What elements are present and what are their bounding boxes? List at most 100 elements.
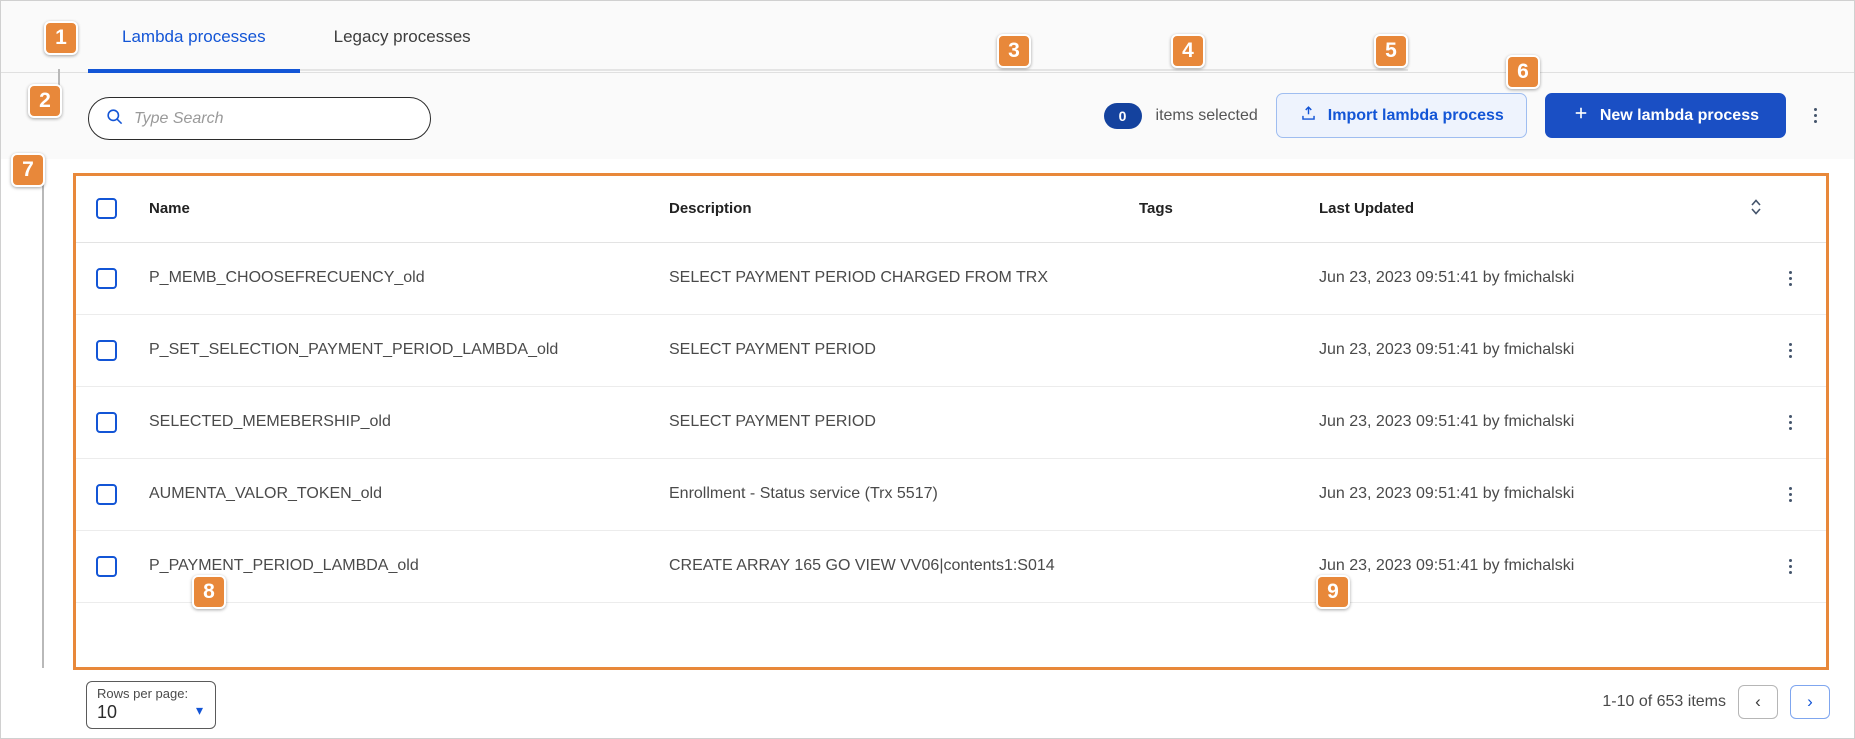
- pagination-info: 1-10 of 653 items: [1602, 693, 1726, 710]
- row-overflow-menu-icon[interactable]: [1749, 411, 1826, 433]
- search-icon: [105, 107, 124, 131]
- select-all-header: [76, 176, 148, 243]
- row-name: AUMENTA_VALOR_TOKEN_old: [148, 458, 668, 531]
- row-checkbox[interactable]: [96, 483, 117, 505]
- search-input[interactable]: Type Search: [88, 97, 431, 140]
- row-tags: [1138, 242, 1318, 315]
- row-tags: [1138, 530, 1318, 603]
- column-header-sort: [1748, 176, 1826, 243]
- row-select-cell: [76, 386, 148, 459]
- rows-per-page-value: 10: [97, 702, 118, 722]
- row-name: P_MEMB_CHOOSEFRECUENCY_old: [148, 242, 668, 315]
- row-overflow-menu-icon[interactable]: [1749, 483, 1826, 505]
- selected-count-badge: 0: [1103, 102, 1142, 129]
- plus-icon: [1572, 104, 1590, 127]
- tab-legacy-processes[interactable]: Legacy processes: [300, 1, 505, 73]
- annotation-badge-8: 8: [192, 575, 226, 609]
- row-last-updated: Jun 23, 2023 09:51:41 by fmichalski: [1318, 386, 1748, 459]
- row-last-updated: Jun 23, 2023 09:51:41 by fmichalski: [1318, 314, 1748, 387]
- row-overflow-menu-icon[interactable]: [1749, 555, 1826, 577]
- row-checkbox[interactable]: [96, 267, 117, 289]
- row-checkbox[interactable]: [96, 339, 117, 361]
- row-description: Enrollment - Status service (Trx 5517): [668, 458, 1138, 531]
- sort-updown-icon[interactable]: [1749, 197, 1763, 217]
- rows-per-page-label: Rows per page:: [97, 686, 189, 701]
- table-row[interactable]: P_MEMB_CHOOSEFRECUENCY_old SELECT PAYMEN…: [76, 242, 1826, 315]
- column-header-description[interactable]: Description: [668, 176, 1138, 243]
- row-tags: [1138, 386, 1318, 459]
- row-checkbox[interactable]: [96, 555, 117, 577]
- pagination: 1-10 of 653 items ‹ ›: [1602, 685, 1830, 719]
- tab-lambda-processes[interactable]: Lambda processes: [88, 1, 300, 73]
- row-actions-cell: [1748, 458, 1826, 531]
- table-header-row: Name Description Tags Last Updated: [76, 176, 1826, 243]
- row-actions-cell: [1748, 242, 1826, 315]
- column-header-name[interactable]: Name: [148, 176, 668, 243]
- row-actions-cell: [1748, 314, 1826, 387]
- toolbar: Type Search 0 items selected Import lamb…: [1, 73, 1854, 159]
- row-last-updated: Jun 23, 2023 09:51:41 by fmichalski: [1318, 530, 1748, 603]
- table-row[interactable]: AUMENTA_VALOR_TOKEN_old Enrollment - Sta…: [76, 458, 1826, 531]
- row-description: CREATE ARRAY 165 GO VIEW VV06|contents1:…: [668, 530, 1138, 603]
- processes-table-element: Name Description Tags Last Updated P_MEM…: [76, 176, 1826, 667]
- row-tags: [1138, 458, 1318, 531]
- row-description: SELECT PAYMENT PERIOD CHARGED FROM TRX: [668, 242, 1138, 315]
- row-overflow-menu-icon[interactable]: [1749, 339, 1826, 361]
- table-row[interactable]: P_PAYMENT_PERIOD_LAMBDA_old CREATE ARRAY…: [76, 530, 1826, 603]
- row-description: SELECT PAYMENT PERIOD: [668, 386, 1138, 459]
- row-last-updated: Jun 23, 2023 09:51:41 by fmichalski: [1318, 458, 1748, 531]
- row-select-cell: [76, 242, 148, 315]
- next-page-button[interactable]: ›: [1790, 685, 1830, 719]
- row-actions-cell: [1748, 386, 1826, 459]
- items-selected-label: items selected: [1155, 106, 1258, 124]
- previous-page-button[interactable]: ‹: [1738, 685, 1778, 719]
- table-row[interactable]: P_SET_SELECTION_PAYMENT_PERIOD_LAMBDA_ol…: [76, 314, 1826, 387]
- import-lambda-process-button[interactable]: Import lambda process: [1275, 93, 1527, 138]
- row-checkbox[interactable]: [96, 411, 117, 433]
- row-name: P_SET_SELECTION_PAYMENT_PERIOD_LAMBDA_ol…: [148, 314, 668, 387]
- chevron-down-icon: ▾: [195, 702, 203, 718]
- annotation-badge-3: 3: [997, 34, 1031, 68]
- annotation-badge-2: 2: [28, 84, 62, 118]
- upload-icon: [1299, 104, 1318, 128]
- row-last-updated: Jun 23, 2023 09:51:41 by fmichalski: [1318, 242, 1748, 315]
- annotation-badge-1: 1: [44, 21, 78, 55]
- toolbar-actions: 0 items selected Import lambda process N…: [1103, 93, 1828, 138]
- rows-per-page-select[interactable]: Rows per page: 10 ▾: [86, 681, 216, 729]
- select-all-checkbox[interactable]: [96, 198, 117, 220]
- new-lambda-process-button[interactable]: New lambda process: [1544, 93, 1786, 138]
- annotation-badge-5: 5: [1374, 34, 1408, 68]
- processes-table: Name Description Tags Last Updated P_MEM…: [73, 173, 1829, 670]
- annotation-badge-7: 7: [11, 153, 45, 187]
- search-placeholder: Type Search: [134, 109, 224, 127]
- row-name: SELECTED_MEMEBERSHIP_old: [148, 386, 668, 459]
- tab-lambda-processes-label: Lambda processes: [122, 27, 266, 46]
- toolbar-overflow-menu-icon[interactable]: [1802, 93, 1828, 138]
- lambda-processes-page: Lambda processes Legacy processes Type S…: [0, 0, 1855, 739]
- chevron-right-icon: ›: [1807, 692, 1813, 711]
- table-filler-row: [76, 602, 1826, 667]
- table-body: P_MEMB_CHOOSEFRECUENCY_old SELECT PAYMEN…: [76, 242, 1826, 667]
- tab-list: Lambda processes Legacy processes: [88, 1, 505, 73]
- column-header-tags[interactable]: Tags: [1138, 176, 1318, 243]
- annotation-badge-4: 4: [1171, 34, 1205, 68]
- tab-bar: Lambda processes Legacy processes: [1, 1, 1854, 73]
- table-row[interactable]: SELECTED_MEMEBERSHIP_old SELECT PAYMENT …: [76, 386, 1826, 459]
- row-name: P_PAYMENT_PERIOD_LAMBDA_old: [148, 530, 668, 603]
- annotation-stem-7: [42, 173, 44, 668]
- chevron-left-icon: ‹: [1755, 692, 1761, 711]
- table-footer: Rows per page: 10 ▾ 1-10 of 653 items ‹ …: [1, 673, 1854, 738]
- annotation-badge-9: 9: [1316, 575, 1350, 609]
- row-overflow-menu-icon[interactable]: [1749, 267, 1826, 289]
- import-lambda-process-label: Import lambda process: [1327, 106, 1504, 124]
- row-select-cell: [76, 530, 148, 603]
- annotation-badge-6: 6: [1506, 55, 1540, 89]
- row-description: SELECT PAYMENT PERIOD: [668, 314, 1138, 387]
- new-lambda-process-label: New lambda process: [1599, 106, 1759, 124]
- row-tags: [1138, 314, 1318, 387]
- row-select-cell: [76, 458, 148, 531]
- row-actions-cell: [1748, 530, 1826, 603]
- table-head: Name Description Tags Last Updated: [76, 176, 1826, 243]
- tab-legacy-processes-label: Legacy processes: [333, 27, 471, 46]
- column-header-last-updated[interactable]: Last Updated: [1318, 176, 1748, 243]
